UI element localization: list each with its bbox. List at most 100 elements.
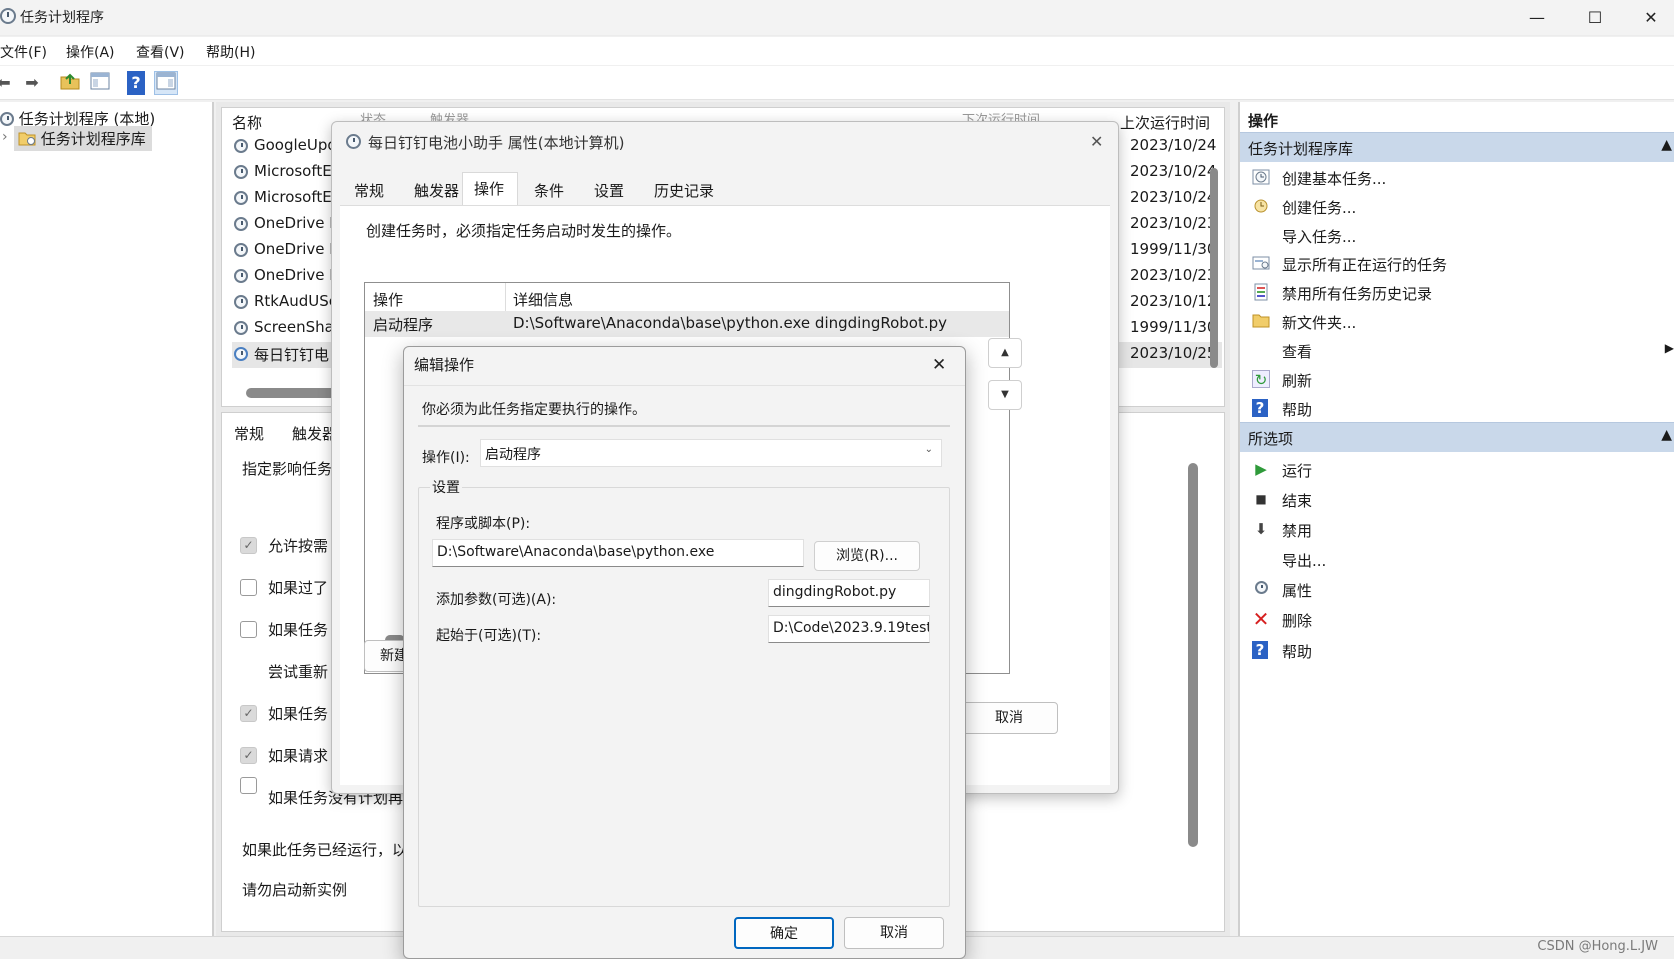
tree-item-library[interactable]: 任务计划程序库: [14, 126, 152, 151]
checkbox-run-longer[interactable]: ✓: [240, 705, 257, 722]
edit-cancel-button[interactable]: 取消: [844, 917, 944, 949]
action-view[interactable]: 查看 ▶: [1240, 337, 1674, 365]
menu-help[interactable]: 帮助(H): [206, 42, 255, 62]
task-clock-icon: [234, 269, 248, 283]
close-window-button[interactable]: ✕: [1628, 6, 1674, 30]
dialog-clock-icon: [346, 134, 361, 149]
move-up-button[interactable]: ▲: [988, 338, 1022, 368]
edit-action-dialog: 编辑操作 ✕ 你必须为此任务指定要执行的操作。 操作(I): 启动程序 ⌄ 设置…: [403, 346, 966, 959]
menu-file[interactable]: 文件(F): [0, 42, 47, 62]
collapse-icon[interactable]: ▲: [1661, 427, 1672, 443]
checkbox-delete-after[interactable]: [240, 777, 257, 794]
forward-button[interactable]: ➡: [20, 71, 44, 95]
details-intro: 指定影响任务: [242, 460, 333, 478]
action-run[interactable]: ▶ 运行: [1240, 456, 1674, 484]
action-delete[interactable]: ✕ 删除: [1240, 606, 1674, 634]
args-label: 添加参数(可选)(A):: [436, 592, 557, 608]
tree-expander-icon[interactable]: ›: [2, 129, 8, 145]
check-label: 如果任务: [268, 705, 329, 723]
details-tab-general[interactable]: 常规: [234, 423, 264, 444]
action-help[interactable]: ? 帮助: [1240, 395, 1674, 423]
check-label: 允许按需: [268, 537, 329, 555]
new-folder-icon: [1252, 312, 1270, 330]
actions-header: 操作: [1248, 112, 1279, 130]
grid-header-action[interactable]: 操作: [373, 289, 403, 310]
chevron-down-icon: ⌄: [924, 444, 933, 455]
details-vertical-scrollbar[interactable]: [1188, 463, 1198, 847]
menu-action[interactable]: 操作(A): [66, 42, 115, 62]
actions-description: 创建任务时，必须指定任务启动时发生的操作。: [366, 222, 682, 240]
history-icon: [1252, 283, 1270, 301]
task-clock-icon: [234, 165, 248, 179]
program-input[interactable]: D:\Software\Anaconda\base\python.exe: [432, 539, 804, 567]
program-label: 程序或脚本(P):: [436, 516, 531, 532]
section-selected[interactable]: 所选项 ▲: [1240, 422, 1674, 452]
props-cancel-button[interactable]: 取消: [960, 702, 1058, 734]
column-header-last-run[interactable]: 上次运行时间: [1120, 112, 1210, 133]
edit-dialog-close-icon[interactable]: ✕: [932, 355, 946, 375]
create-basic-task-icon: [1252, 168, 1270, 186]
action-import-task[interactable]: 导入任务...: [1240, 222, 1674, 250]
action-export[interactable]: 导出...: [1240, 546, 1674, 574]
ok-button[interactable]: 确定: [734, 917, 834, 949]
tab-triggers[interactable]: 触发器: [414, 180, 459, 201]
clock-icon: [0, 112, 14, 126]
folder-icon: [18, 132, 36, 146]
tab-history[interactable]: 历史记录: [654, 180, 714, 201]
action-select[interactable]: 启动程序 ⌄: [480, 439, 942, 467]
tab-general[interactable]: 常规: [354, 180, 384, 201]
args-input[interactable]: dingdingRobot.py: [768, 579, 930, 607]
checkbox-missed-start[interactable]: [240, 579, 257, 596]
maximize-button[interactable]: ☐: [1572, 6, 1618, 30]
action-refresh[interactable]: ↻ 刷新: [1240, 366, 1674, 394]
task-clock-icon: [234, 321, 248, 335]
tree-item-library-label: 任务计划程序库: [40, 130, 146, 148]
move-down-button[interactable]: ▼: [988, 380, 1022, 410]
list-horizontal-scrollbar[interactable]: [246, 388, 336, 398]
checkbox-force-stop[interactable]: ✓: [240, 747, 257, 764]
start-in-input[interactable]: D:\Code\2023.9.19testf: [768, 615, 930, 643]
tab-settings[interactable]: 设置: [594, 180, 624, 201]
section-library[interactable]: 任务计划程序库 ▲: [1240, 132, 1674, 162]
checkbox-task-failed[interactable]: [240, 621, 257, 638]
app-clock-icon: [0, 8, 16, 24]
show-action-pane-icon[interactable]: [154, 71, 178, 95]
column-header-name[interactable]: 名称: [232, 112, 262, 133]
submenu-arrow-icon: ▶: [1664, 341, 1674, 355]
collapse-icon[interactable]: ▲: [1661, 137, 1672, 153]
action-help-selected[interactable]: ? 帮助: [1240, 637, 1674, 665]
help-icon: ?: [1252, 399, 1268, 417]
action-disable[interactable]: ⬇ 禁用: [1240, 516, 1674, 544]
minimize-button[interactable]: —: [1514, 6, 1560, 30]
menu-view[interactable]: 查看(V): [136, 42, 185, 62]
up-folder-icon[interactable]: [58, 71, 82, 95]
properties-icon: [1252, 580, 1270, 598]
help-icon: ?: [1252, 641, 1268, 659]
dialog-close-icon[interactable]: ✕: [1090, 132, 1103, 151]
action-properties[interactable]: 属性: [1240, 576, 1674, 604]
grid-header-detail[interactable]: 详细信息: [513, 289, 573, 310]
list-vertical-scrollbar[interactable]: [1210, 168, 1218, 368]
action-end[interactable]: ■ 结束: [1240, 486, 1674, 514]
back-button[interactable]: ⬅: [0, 71, 16, 95]
action-new-folder[interactable]: 新文件夹...: [1240, 308, 1674, 336]
running-tasks-icon: [1252, 254, 1270, 272]
browse-button[interactable]: 浏览(R)...: [814, 541, 920, 571]
task-clock-icon: [234, 295, 248, 309]
tab-actions[interactable]: 操作: [474, 178, 504, 199]
help-toolbar-icon[interactable]: ?: [127, 71, 145, 95]
action-create-basic-task[interactable]: 创建基本任务...: [1240, 164, 1674, 192]
grid-row[interactable]: 启动程序 D:\Software\Anaconda\base\python.ex…: [365, 311, 1009, 337]
tab-conditions[interactable]: 条件: [534, 180, 564, 201]
action-show-running[interactable]: 显示所有正在运行的任务: [1240, 250, 1674, 278]
task-clock-icon: [234, 217, 248, 231]
edit-dialog-title: 编辑操作: [414, 356, 475, 374]
check-label: 如果任务: [268, 621, 329, 639]
instance-rule-value[interactable]: 请勿启动新实例: [242, 879, 347, 900]
start-in-label: 起始于(可选)(T):: [436, 628, 542, 644]
action-create-task[interactable]: 创建任务...: [1240, 193, 1674, 221]
watermark: CSDN @Hong.L.JW: [1537, 939, 1658, 954]
show-hide-tree-icon[interactable]: [88, 71, 112, 95]
action-disable-history[interactable]: 禁用所有任务历史记录: [1240, 279, 1674, 307]
checkbox-allow-demand[interactable]: ✓: [240, 537, 257, 554]
